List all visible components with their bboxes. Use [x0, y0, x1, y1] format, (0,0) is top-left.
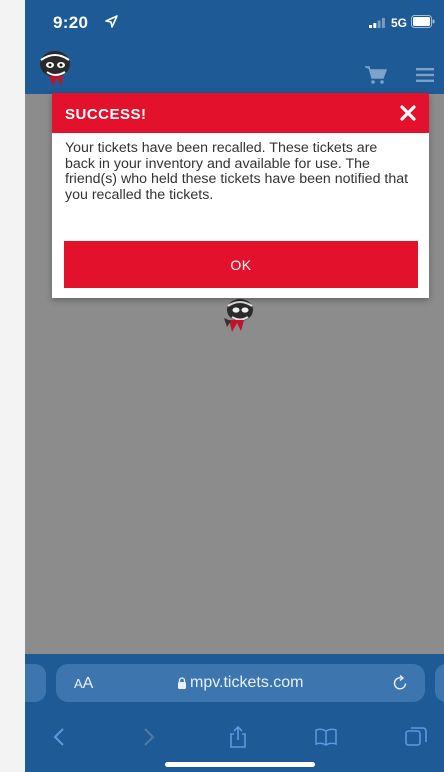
browser-toolbar — [25, 712, 444, 772]
battery-icon — [411, 15, 435, 28]
home-indicator — [165, 762, 315, 767]
reload-icon[interactable] — [392, 675, 408, 691]
text-size-button[interactable]: AA — [74, 675, 93, 693]
success-dialog: SUCCESS! Your tickets have been recalled… — [52, 93, 429, 298]
mascot-logo-icon[interactable] — [35, 48, 77, 88]
share-icon[interactable] — [227, 726, 249, 748]
forward-icon[interactable] — [137, 726, 159, 748]
close-icon[interactable] — [400, 105, 416, 121]
ok-button[interactable]: OK — [64, 241, 418, 288]
address-bar[interactable]: AA mpv.tickets.com — [56, 664, 425, 702]
url-text: mpv.tickets.com — [190, 674, 304, 691]
cell-signal-icon — [369, 18, 385, 28]
status-bar: 9:20 5G — [25, 0, 444, 48]
text-size-large-label: A — [82, 675, 94, 692]
previous-tab-preview[interactable] — [25, 664, 46, 702]
hamburger-menu-icon[interactable] — [416, 68, 434, 82]
next-tab-preview[interactable] — [435, 664, 444, 702]
dialog-title: SUCCESS! — [65, 106, 147, 123]
bookmarks-icon[interactable] — [315, 726, 337, 748]
dialog-message: Your tickets have been recalled. These t… — [65, 140, 409, 203]
tabs-icon[interactable] — [405, 726, 427, 748]
mascot-icon — [224, 299, 253, 332]
cart-icon[interactable] — [365, 66, 387, 84]
status-time: 9:20 — [53, 13, 89, 32]
location-arrow-icon — [105, 15, 118, 28]
app-header — [25, 48, 444, 94]
browser-address-area: AA mpv.tickets.com — [25, 654, 444, 712]
phone-screen: 9:20 5G SUCCESS! Your tickets have been … — [25, 0, 444, 772]
text-size-small-label: A — [74, 676, 83, 691]
network-type: 5G — [391, 16, 408, 30]
dialog-header: SUCCESS! — [52, 93, 429, 133]
back-icon[interactable] — [49, 726, 71, 748]
lock-icon — [178, 677, 186, 689]
